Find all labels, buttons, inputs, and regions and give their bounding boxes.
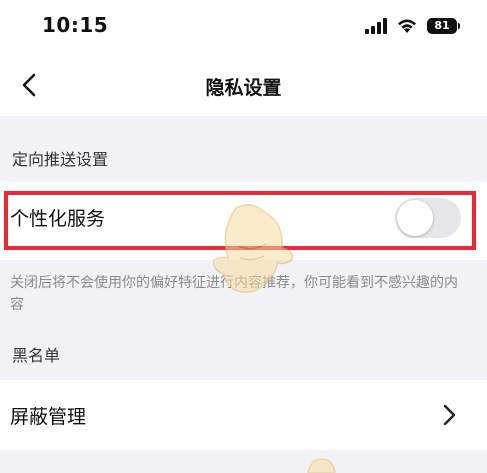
status-time: 10:15 xyxy=(42,13,109,37)
status-bar: 10:15 81 xyxy=(0,0,487,56)
block-manage-label: 屏蔽管理 xyxy=(10,406,87,428)
page-title: 隐私设置 xyxy=(205,77,282,99)
wifi-icon xyxy=(398,19,416,33)
cellular-signal-icon xyxy=(365,18,387,34)
chevron-right-icon xyxy=(443,404,456,426)
battery-icon: 81 xyxy=(427,18,460,34)
block-manage-row[interactable]: 屏蔽管理 xyxy=(0,380,487,450)
mascot-watermark xyxy=(212,204,294,293)
section-header-blacklist: 黑名单 xyxy=(12,346,61,365)
nav-bar: 隐私设置 xyxy=(0,56,487,116)
status-icons: 81 xyxy=(365,16,460,36)
mascot-watermark-partial xyxy=(307,458,336,473)
section-header-targeted-push: 定向推送设置 xyxy=(12,150,109,169)
